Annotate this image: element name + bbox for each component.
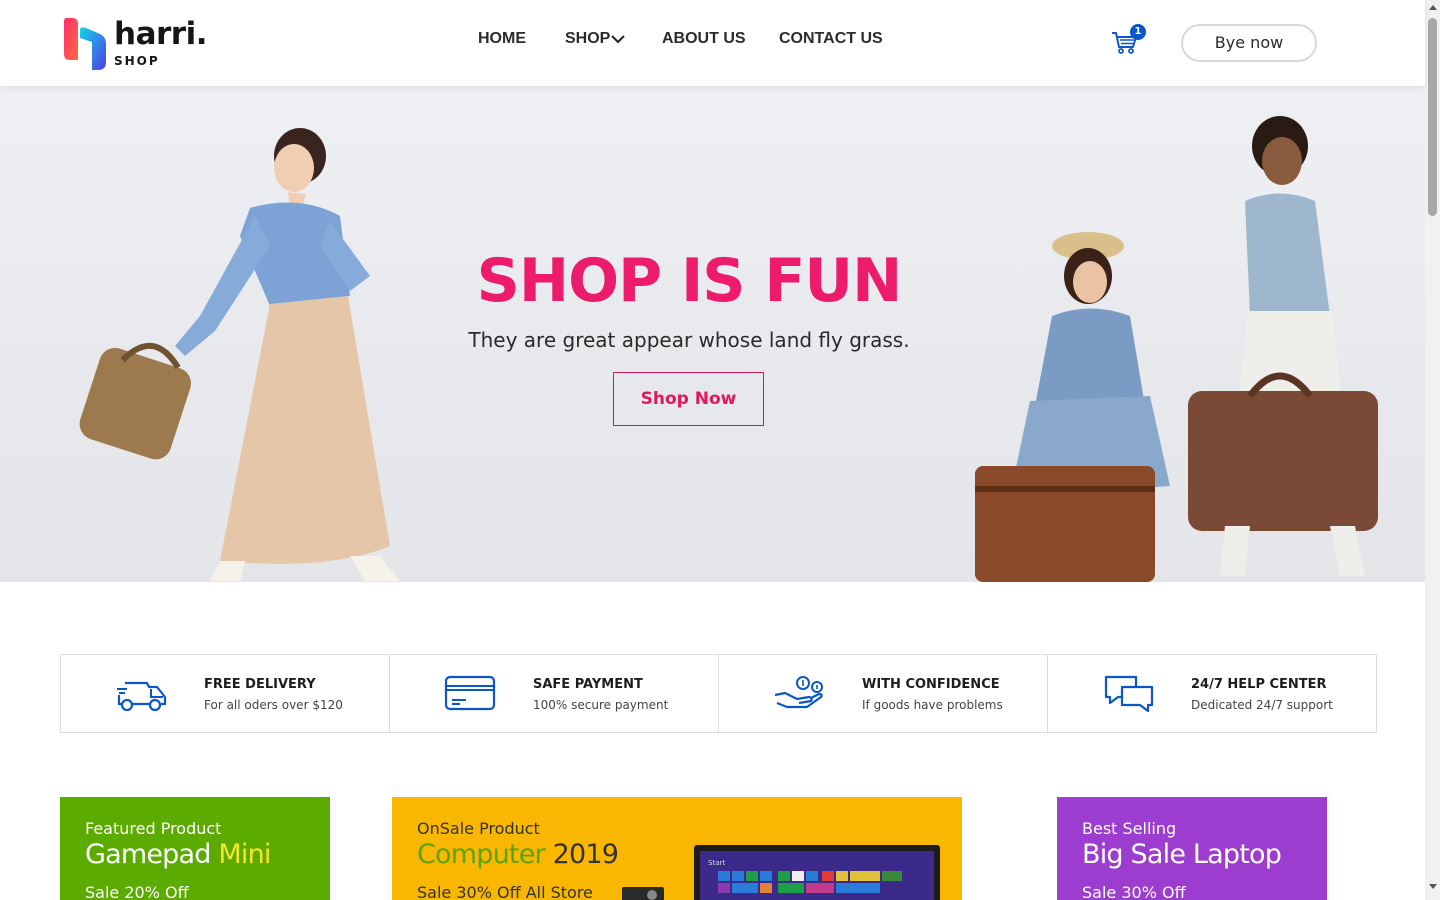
brand-logo-icon [64,18,106,70]
promo-kicker: OnSale Product [417,819,540,838]
promo-sale: Sale 30% Off [1082,883,1186,900]
promo-title-main: 2019 [552,839,619,870]
feature-title: FREE DELIVERY [204,677,316,692]
page-scrollbar[interactable] [1425,0,1440,900]
brand-name: harri. [114,16,207,52]
nav-shop[interactable]: SHOP [565,30,625,48]
chevron-down-icon [611,35,625,44]
feature-subtitle: If goods have problems [862,698,1003,712]
brand-logo[interactable]: harri. SHOP [62,14,222,72]
scrollbar-thumb[interactable] [1428,18,1437,216]
feature-free-delivery: FREE DELIVERY For all oders over $120 [61,655,390,732]
cart-button[interactable]: 1 [1110,24,1146,56]
nav-home[interactable]: HOME [478,30,526,48]
scroll-up-arrow-icon[interactable] [1429,5,1437,10]
hand-coins-icon [774,676,823,709]
feature-title: 24/7 HELP CENTER [1191,677,1327,692]
promo-kicker: Best Selling [1082,819,1177,838]
feature-subtitle: 100% secure payment [533,698,669,712]
site-header: harri. SHOP HOME SHOP ABOUT US CONTACT U… [0,0,1425,86]
brand-tagline: SHOP [114,54,160,68]
promo-card-onsale[interactable]: OnSale Product Computer 2019 Sale 30% Of… [392,797,962,900]
cart-count-badge: 1 [1130,24,1146,40]
promo-title-highlight: Computer [417,839,546,870]
promo-kicker: Featured Product [85,819,222,838]
chat-bubbles-icon [1104,675,1154,713]
nav-about[interactable]: ABOUT US [662,30,746,48]
feature-confidence: WITH CONFIDENCE If goods have problems [719,655,1048,732]
delivery-truck-icon [117,681,167,712]
feature-safe-payment: SAFE PAYMENT 100% secure payment [390,655,719,732]
nav-contact[interactable]: CONTACT US [779,30,883,48]
promo-sale: Sale 30% Off All Store [417,883,593,900]
promo-title-highlight: Mini [218,839,271,870]
features-bar: FREE DELIVERY For all oders over $120 SA… [60,654,1377,733]
nav-shop-label: SHOP [565,30,611,47]
promo-card-featured[interactable]: Featured Product Gamepad Mini Sale 20% O… [60,797,330,900]
promo-sale: Sale 20% Off [85,883,189,900]
promo-title: Gamepad Mini [85,839,271,870]
hero-banner: SHOP IS FUN They are great appear whose … [0,86,1425,582]
bye-now-button[interactable]: Bye now [1181,24,1317,62]
computer-product-image: Start [622,845,940,900]
shop-now-button[interactable]: Shop Now [613,372,764,426]
feature-title: SAFE PAYMENT [533,677,643,692]
scroll-down-arrow-icon[interactable] [1429,884,1437,889]
hero-title: SHOP IS FUN [476,246,903,316]
feature-subtitle: For all oders over $120 [204,698,343,712]
promo-title: Big Sale Laptop [1082,839,1282,870]
hero-subtitle: They are great appear whose land fly gra… [468,328,910,352]
promo-card-bestselling[interactable]: Best Selling Big Sale Laptop Sale 30% Of… [1057,797,1327,900]
feature-subtitle: Dedicated 24/7 support [1191,698,1333,712]
svg-text:Start: Start [708,859,725,867]
promo-title: Computer 2019 [417,839,619,870]
feature-title: WITH CONFIDENCE [862,677,1000,692]
feature-help-center: 24/7 HELP CENTER Dedicated 24/7 support [1048,655,1376,732]
promo-title-main: Gamepad [85,839,211,870]
credit-card-icon [444,675,496,711]
